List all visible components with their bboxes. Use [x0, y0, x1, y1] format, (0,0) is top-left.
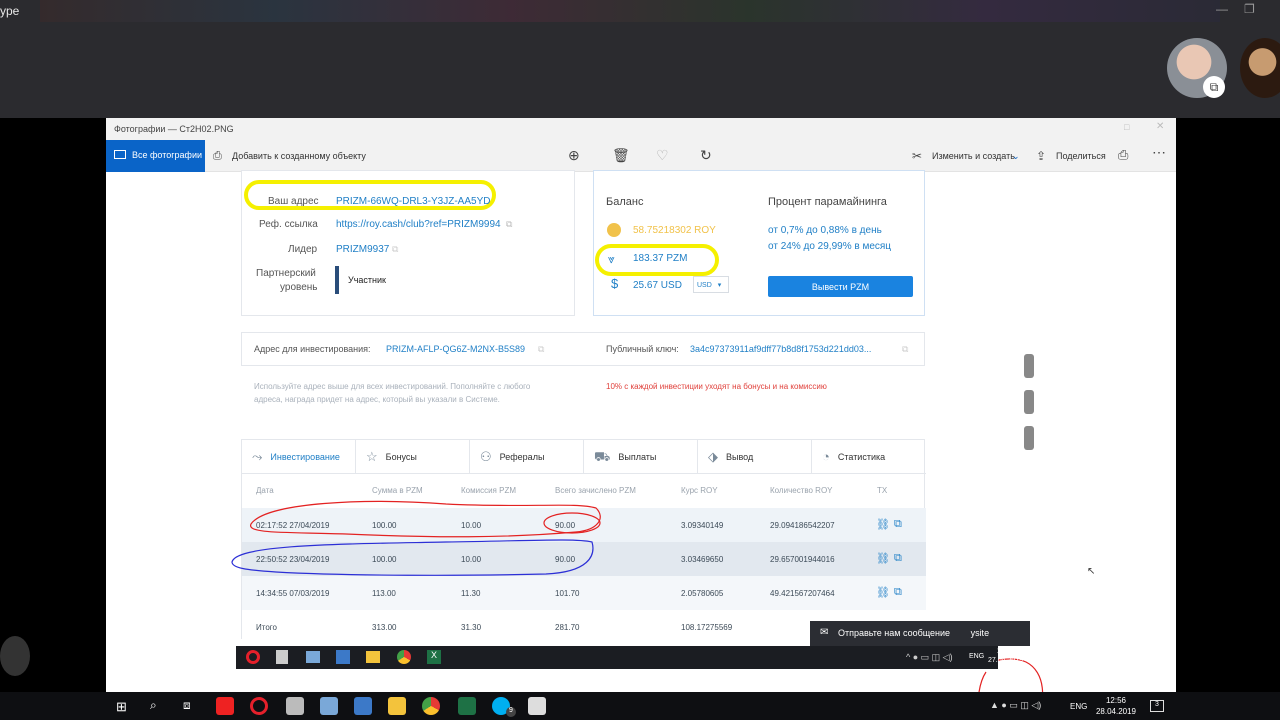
- inner-lang: ENG: [969, 653, 985, 660]
- inner-taskbar: X ^ ● ▭ ◫ ◁) ENG 19:14 27.04.2019: [236, 646, 1023, 669]
- zoom-icon[interactable]: ⊕: [568, 147, 580, 164]
- pen-annotations: [231, 500, 1044, 692]
- add-to-icon: ⎙: [213, 150, 222, 162]
- share-icon: ⇪: [1036, 149, 1047, 163]
- start-icon[interactable]: ⊞: [116, 699, 127, 715]
- delete-icon[interactable]: 🗑: [612, 147, 630, 164]
- inner-time: 19:14: [996, 648, 1015, 655]
- red-circle-clock-2: [978, 671, 987, 692]
- taskbar-lang[interactable]: ENG: [1070, 702, 1087, 711]
- app-icon: [306, 651, 320, 663]
- mail-icon: ✉: [820, 627, 829, 638]
- red-circle-row1: [250, 500, 601, 538]
- skype-badge: 9: [506, 707, 516, 717]
- rotate-icon[interactable]: ↻: [700, 147, 712, 164]
- excel-icon[interactable]: [458, 697, 476, 715]
- skype-logo: [0, 636, 30, 676]
- shared-screen-strip: [40, 0, 1220, 22]
- chevron-down-icon[interactable]: ⌄: [1012, 151, 1020, 162]
- chat-notification[interactable]: ✉ Отправьте нам сообщение ysite: [810, 621, 1030, 646]
- inner-clock: 19:14 27.04.2019: [988, 647, 1023, 665]
- windows-taskbar: [0, 692, 1280, 720]
- all-photos-label: Все фотографии: [132, 150, 203, 160]
- maximize-icon[interactable]: ❐: [1244, 2, 1255, 16]
- opera-icon: [246, 650, 260, 664]
- minimize-icon[interactable]: —: [1216, 2, 1228, 16]
- photos-icon: [114, 150, 126, 159]
- all-photos-button[interactable]: Все фотографии: [106, 140, 205, 172]
- blue-circle-row2: [231, 539, 594, 576]
- print-icon[interactable]: ⎙: [1118, 147, 1128, 163]
- photos-icon[interactable]: [528, 697, 546, 715]
- yandex-icon[interactable]: [216, 697, 234, 715]
- photos-app-window: Фотографии — Ст2Н02.PNG □ ✕ Все фотограф…: [106, 118, 1176, 692]
- maximize-icon[interactable]: □: [1124, 122, 1129, 132]
- add-to-button[interactable]: Добавить к созданному объекту: [232, 151, 366, 161]
- taskbar-time: 12:56: [1105, 696, 1127, 705]
- screen-share-icon[interactable]: ⧉: [1203, 76, 1225, 98]
- opera-icon[interactable]: [250, 697, 268, 715]
- photos-toolbar: Все фотографии ⎙ Добавить к созданному о…: [106, 140, 1176, 172]
- chrome-icon: [397, 650, 411, 664]
- more-icon[interactable]: ⋯: [1152, 144, 1166, 161]
- inner-date: 27.04.2019: [988, 657, 1024, 664]
- photo-canvas: Ваш адрес PRIZM-66WQ-DRL3-Y3JZ-AA5YD Реф…: [106, 170, 1176, 692]
- excel-icon: X: [427, 650, 441, 664]
- share-button[interactable]: Поделиться: [1056, 151, 1106, 161]
- close-icon[interactable]: ✕: [1156, 121, 1164, 132]
- folder-icon: [366, 651, 380, 663]
- notifications-icon[interactable]: 3: [1150, 700, 1164, 712]
- calculator-icon: [276, 650, 288, 664]
- chrome-icon[interactable]: [422, 697, 440, 715]
- tray-icons: ^ ● ▭ ◫ ◁): [906, 652, 953, 662]
- app-icon: [336, 650, 350, 664]
- app-icon[interactable]: [354, 697, 372, 715]
- edit-create-button[interactable]: Изменить и создать: [932, 151, 1015, 161]
- folder-icon[interactable]: [388, 697, 406, 715]
- red-circle-total: [543, 512, 601, 534]
- mouse-cursor: ↖: [1087, 566, 1096, 577]
- favorite-icon[interactable]: ♡: [656, 147, 669, 164]
- notify-text: Отправьте нам сообщение: [838, 628, 951, 638]
- window-title: Фотографии — Ст2Н02.PNG: [106, 118, 1176, 140]
- notify-tail: ysite: [970, 628, 990, 638]
- edit-icon: ✂: [912, 149, 923, 163]
- task-view-icon[interactable]: ⧈: [183, 698, 191, 713]
- app-icon[interactable]: [320, 697, 338, 715]
- calculator-icon[interactable]: [286, 697, 304, 715]
- taskbar-clock[interactable]: 12:56 28.04.2019: [1094, 695, 1138, 717]
- search-icon[interactable]: ⌕: [150, 698, 157, 713]
- notifications-count: 3: [1155, 701, 1159, 708]
- tray-icons[interactable]: ▲ ● ▭ ◫ ◁): [990, 700, 1041, 711]
- taskbar-date: 28.04.2019: [1095, 707, 1137, 716]
- skype-title: ype: [0, 4, 20, 18]
